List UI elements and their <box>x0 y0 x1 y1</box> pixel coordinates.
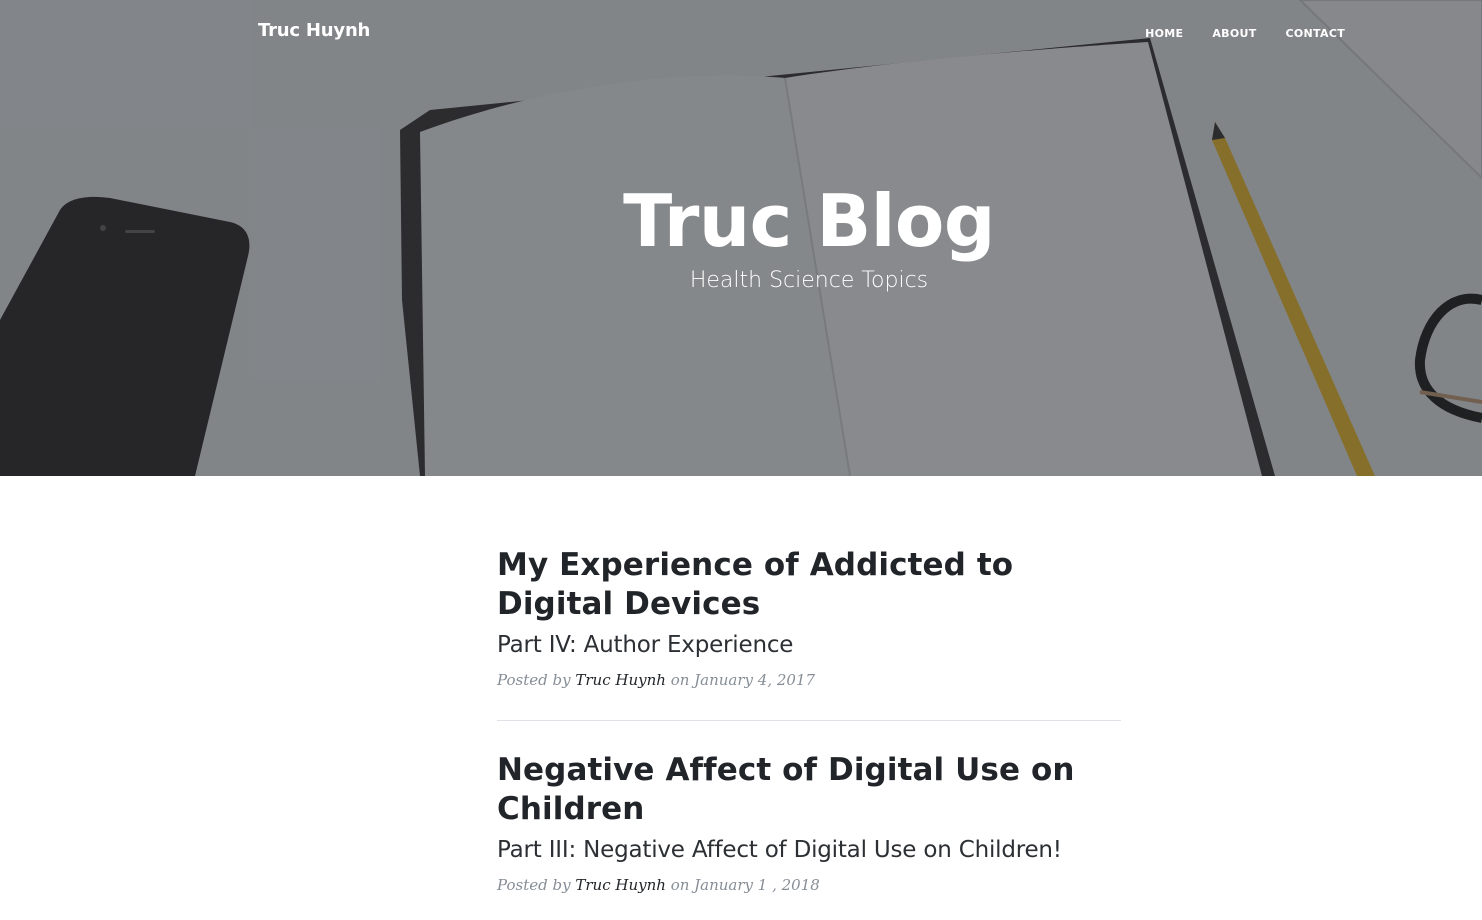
nav-home-link[interactable]: HOME <box>1145 27 1183 40</box>
post-meta-prefix: Posted by <box>497 671 571 689</box>
site-heading: Truc Blog Health Science Topics <box>0 178 1482 298</box>
post-subtitle[interactable]: Part III: Negative Affect of Digital Use… <box>497 833 1121 867</box>
post-date: on January 4, 2017 <box>670 671 816 689</box>
post-author-link[interactable]: Truc Huynh <box>575 671 666 689</box>
post-link[interactable]: My Experience of Addicted to Digital Dev… <box>497 546 1121 662</box>
site-title: Truc Blog <box>623 179 995 263</box>
post-list: My Experience of Addicted to Digital Dev… <box>497 546 1121 897</box>
post-subtitle[interactable]: Part IV: Author Experience <box>497 628 1121 662</box>
post-title[interactable]: My Experience of Addicted to Digital Dev… <box>497 546 1121 624</box>
post-meta-prefix: Posted by <box>497 876 571 894</box>
brand-link[interactable]: Truc Huynh <box>258 20 370 41</box>
post-title[interactable]: Negative Affect of Digital Use on Childr… <box>497 751 1121 829</box>
masthead: Truc Huynh HOME ABOUT CONTACT Truc Blog … <box>0 0 1482 476</box>
post-author-link[interactable]: Truc Huynh <box>575 876 666 894</box>
post-date: on January 1 , 2018 <box>670 876 820 894</box>
nav-contact-link[interactable]: CONTACT <box>1286 27 1345 40</box>
site-subtitle: Health Science Topics <box>689 268 929 293</box>
post-preview: Negative Affect of Digital Use on Childr… <box>497 751 1121 897</box>
main-nav: HOME ABOUT CONTACT <box>1145 27 1345 40</box>
post-divider <box>497 720 1121 721</box>
nav-about-link[interactable]: ABOUT <box>1212 27 1256 40</box>
post-link[interactable]: Negative Affect of Digital Use on Childr… <box>497 751 1121 867</box>
post-meta: Posted by Truc Huynh on January 1 , 2018 <box>497 873 1121 897</box>
post-preview: My Experience of Addicted to Digital Dev… <box>497 546 1121 692</box>
post-meta: Posted by Truc Huynh on January 4, 2017 <box>497 668 1121 692</box>
